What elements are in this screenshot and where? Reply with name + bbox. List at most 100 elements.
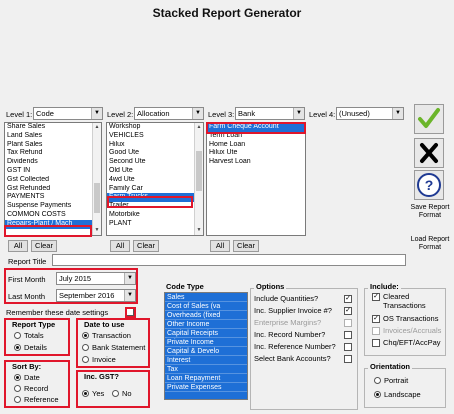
close-icon [420,143,438,163]
scroll-up-icon[interactable]: ▲ [93,123,101,132]
list-item[interactable]: Tax Refund [5,149,101,158]
first-month-select[interactable]: July 2015 ▼ [56,272,136,285]
list-item[interactable]: Gst Collected [5,176,101,185]
code-type-item[interactable]: Overheads (fixed [165,311,247,320]
orientation-panel [364,368,446,408]
date-invoice-radio[interactable] [82,356,89,363]
load-report-format-button[interactable]: Load Report Format [408,236,452,252]
list-item[interactable]: Workshop [107,123,203,132]
level1-listbox[interactable]: Share Sales Land Sales Plant Sales Tax Refu… [4,122,102,236]
list3-all-button[interactable]: All [210,240,230,252]
scroll-up-icon[interactable]: ▲ [195,123,203,132]
include-label: OS Transactions [383,314,439,323]
list1-clear-button[interactable]: Clear [31,240,57,252]
options-checkbox[interactable] [344,343,352,351]
code-type-item[interactable]: Private Expenses [165,383,247,392]
level1-scrollbar[interactable]: ▲ ▼ [92,123,101,235]
include-label: Cleared Transactions [383,292,426,310]
level3-listbox[interactable]: Farm Cheque Account Term Loan Home Loan Hil… [206,122,306,236]
list-item[interactable]: PAYMENTS [5,193,101,202]
report-title-input[interactable] [52,254,406,266]
scroll-down-icon[interactable]: ▼ [195,226,203,235]
sort-by-legend: Sort By: [10,362,44,371]
sort-record-radio[interactable] [14,385,21,392]
code-type-item[interactable]: Tax [165,365,247,374]
include-label: Chq/EFT/AccPay [383,338,441,347]
cancel-button[interactable] [414,138,444,168]
scroll-thumb[interactable] [94,183,100,213]
code-type-item[interactable]: Capital Receipts [165,329,247,338]
save-report-format-button[interactable]: Save Report Format [408,204,452,220]
level2-scrollbar[interactable]: ▲ ▼ [194,123,203,235]
list-item[interactable]: Gst Refunded [5,185,101,194]
list-item[interactable]: 4wd Ute [107,176,203,185]
last-month-select[interactable]: September 2016 ▼ [56,289,136,302]
sort-reference-label: Reference [24,395,59,404]
options-checkbox[interactable] [344,355,352,363]
include-checkbox[interactable]: ✓ [372,293,380,301]
list-item[interactable]: Suspense Payments [5,202,101,211]
scroll-down-icon[interactable]: ▼ [93,226,101,235]
list3-clear-button[interactable]: Clear [233,240,259,252]
list-item[interactable]: Hilux Ute [207,149,305,158]
code-type-item[interactable]: Capital & Develo [165,347,247,356]
list-item[interactable]: Harvest Loan [207,158,305,167]
list-item[interactable]: Land Sales [5,132,101,141]
ok-button[interactable] [414,104,444,134]
date-transaction-radio[interactable] [82,332,89,339]
list-item[interactable]: GST IN [5,167,101,176]
report-type-totals-radio[interactable] [14,332,21,339]
list-item[interactable]: Family Car [107,185,203,194]
code-type-item[interactable]: Cost of Sales (va [165,302,247,311]
list-item[interactable]: Dividends [5,158,101,167]
orientation-portrait-radio[interactable] [374,377,381,384]
include-checkbox[interactable]: ✓ [372,315,380,323]
list-item[interactable]: Old Ute [107,167,203,176]
include-checkbox[interactable] [372,339,380,347]
options-checkbox[interactable]: ✓ [344,307,352,315]
date-bank-statement-radio[interactable] [82,344,89,351]
list-item[interactable]: Motorbike [107,211,203,220]
help-button[interactable]: ? [414,170,444,200]
code-type-item[interactable]: Private Income [165,338,247,347]
level2-items: Workshop VEHICLES Hilux Good Ute Second Ute O… [107,123,203,229]
options-checkbox[interactable] [344,331,352,339]
level1-select[interactable]: Code ▼ [33,107,103,120]
gst-yes-radio[interactable] [82,390,89,397]
list-item[interactable]: PLANT [107,220,203,229]
chevron-down-icon: ▼ [124,273,135,284]
list-item[interactable]: Plant Sales [5,141,101,150]
scroll-thumb[interactable] [196,151,202,191]
list2-all-button[interactable]: All [110,240,130,252]
code-type-item[interactable]: Sales [165,293,247,302]
level2-select[interactable]: Allocation ▼ [134,107,204,120]
level2-listbox[interactable]: Workshop VEHICLES Hilux Good Ute Second Ute O… [106,122,204,236]
list-item[interactable]: Good Ute [107,149,203,158]
options-label: Select Bank Accounts? [254,354,331,363]
list-item[interactable]: Home Loan [207,141,305,150]
list-item[interactable]: VEHICLES [107,132,203,141]
list-item[interactable]: Share Sales [5,123,101,132]
list2-clear-button[interactable]: Clear [133,240,159,252]
level2-value: Allocation [137,109,170,118]
gst-no-radio[interactable] [112,390,119,397]
code-type-item[interactable]: Loan Repayment [165,374,247,383]
level4-select[interactable]: (Unused) ▼ [336,107,404,120]
code-type-item[interactable]: Interest [165,356,247,365]
sort-date-radio[interactable] [14,374,21,381]
options-checkbox[interactable]: ✓ [344,295,352,303]
highlight-list1 [4,225,92,237]
list1-all-button[interactable]: All [8,240,28,252]
report-type-legend: Report Type [10,320,58,329]
code-type-item[interactable]: Other Income [165,320,247,329]
list-item[interactable]: COMMON COSTS [5,211,101,220]
report-type-details-radio[interactable] [14,344,21,351]
level3-select[interactable]: Bank ▼ [235,107,305,120]
code-type-listbox[interactable]: Sales Cost of Sales (va Overheads (fixed Ot… [164,292,248,400]
list-item[interactable]: Hilux [107,141,203,150]
chevron-down-icon: ▼ [293,108,304,119]
sort-reference-radio[interactable] [14,396,21,403]
date-transaction-label: Transaction [92,331,131,340]
list-item[interactable]: Second Ute [107,158,203,167]
orientation-landscape-radio[interactable] [374,391,381,398]
